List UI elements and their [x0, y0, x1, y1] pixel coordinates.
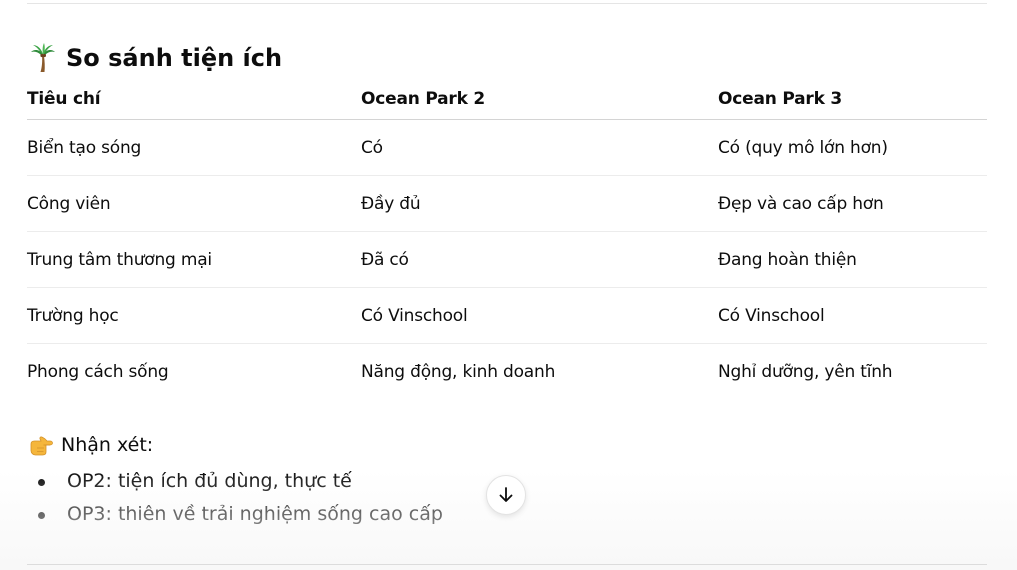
- table-cell: Đang hoàn thiện: [718, 231, 987, 288]
- bottom-divider: [27, 564, 987, 565]
- table-cell: Có Vinschool: [361, 287, 718, 344]
- column-header-ocean-park-2: Ocean Park 2: [361, 79, 718, 120]
- table-cell: Có (quy mô lớn hơn): [718, 119, 987, 176]
- scroll-to-bottom-button[interactable]: [486, 475, 526, 515]
- comparison-table: Tiêu chí Ocean Park 2 Ocean Park 3 Biển …: [27, 79, 987, 399]
- bullet-dot: [38, 479, 45, 486]
- table-cell: Công viên: [27, 175, 361, 232]
- section-heading: So sánh tiện ích: [30, 40, 282, 76]
- pointing-hand-icon: [30, 436, 53, 456]
- table-cell: Đầy đủ: [361, 175, 718, 232]
- table-cell: Nghỉ dưỡng, yên tĩnh: [718, 361, 893, 382]
- column-header-criteria: Tiêu chí: [27, 79, 361, 120]
- top-divider: [27, 3, 987, 4]
- table-row: Trung tâm thương mại Đã có Đang hoàn thi…: [27, 231, 987, 288]
- remark-list: OP2: tiện ích đủ dùng, thực tế OP3: thiê…: [0, 465, 443, 531]
- remark-title: Nhận xét:: [61, 434, 154, 456]
- table-header-row: Tiêu chí Ocean Park 2 Ocean Park 3: [27, 79, 987, 120]
- remark-heading: Nhận xét:: [29, 430, 153, 460]
- table-cell: Đã có: [361, 231, 718, 288]
- table-cell: Phong cách sống: [27, 361, 169, 382]
- table-cell: Trường học: [27, 287, 361, 344]
- table-cell: Có Vinschool: [718, 287, 987, 344]
- table-cell: Đẹp và cao cấp hơn: [718, 175, 987, 232]
- column-header-ocean-park-3: Ocean Park 3: [718, 79, 987, 120]
- table-cell: Trung tâm thương mại: [27, 231, 361, 288]
- table-row: Công viên Đầy đủ Đẹp và cao cấp hơn: [27, 175, 987, 232]
- table-cell: Có: [361, 119, 718, 176]
- bullet-dot: [38, 512, 45, 519]
- table-row: Biển tạo sóng Có Có (quy mô lớn hơn): [27, 119, 987, 176]
- list-item: OP2: tiện ích đủ dùng, thực tế: [0, 465, 443, 498]
- list-item-text: OP2: tiện ích đủ dùng, thực tế: [67, 470, 352, 492]
- table-row: Trường học Có Vinschool Có Vinschool: [27, 287, 987, 344]
- table-cell: Biển tạo sóng: [27, 119, 361, 176]
- section-title: So sánh tiện ích: [66, 44, 283, 72]
- table-cell: Năng động, kinh doanh: [361, 361, 556, 382]
- chat-message-page: So sánh tiện ích Tiêu chí Ocean Park 2 O…: [0, 0, 1017, 570]
- list-item-text: OP3: thiên về trải nghiệm sống cao cấp: [67, 503, 443, 525]
- palm-tree-icon: [31, 43, 55, 72]
- list-item: OP3: thiên về trải nghiệm sống cao cấp: [0, 498, 443, 531]
- table-row: Phong cách sống Năng động, kinh doanh Ng…: [27, 344, 987, 400]
- arrow-down-icon: [499, 487, 513, 502]
